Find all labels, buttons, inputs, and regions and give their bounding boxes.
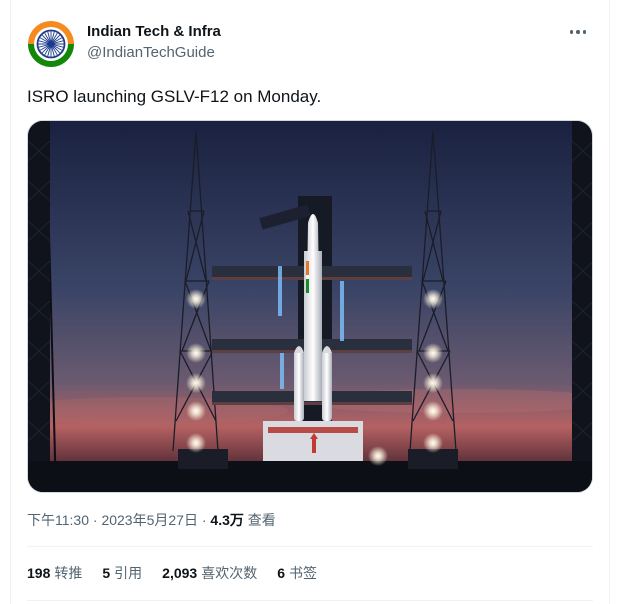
tweet-card: Indian Tech & Infra @IndianTechGuide ISR… [10,0,610,604]
meta-separator: · [201,512,207,528]
floodlight [186,433,206,453]
floodlight [423,343,443,363]
user-handle[interactable]: @IndianTechGuide [87,44,215,61]
floodlight [186,373,206,393]
retweets-stat[interactable]: 198 转推 [27,563,82,583]
floodlight [423,401,443,421]
floodlight [423,289,443,309]
tweet-date[interactable]: 2023年5月27日 [101,512,198,528]
rocket-launch-photo [28,121,592,492]
avatar[interactable] [27,20,75,68]
floodlight [423,433,443,453]
bookmarks-stat[interactable]: 6 书签 [277,563,317,583]
bookmarks-label: 书签 [289,565,317,581]
floodlight [186,401,206,421]
views-label: 查看 [247,512,276,528]
floodlight [186,343,206,363]
more-dot-icon [576,30,580,34]
tweet-text: ISRO launching GSLV-F12 on Monday. [27,87,322,106]
likes-count: 2,093 [162,565,198,581]
floodlight [186,289,206,309]
quotes-count: 5 [102,565,111,581]
engagement-stats: 198 转推 5 引用 2,093 喜欢次数 6 书签 [27,563,317,583]
more-dot-icon [569,30,574,34]
floodlight [368,446,388,466]
divider [27,600,593,601]
divider [27,546,593,547]
tweet-media-image[interactable] [27,120,593,493]
views-count: 4.3万 [210,512,244,528]
ashoka-chakra-icon [27,20,75,68]
quotes-stat[interactable]: 5 引用 [102,563,142,583]
floodlight [423,373,443,393]
bookmarks-count: 6 [277,565,285,581]
meta-separator: · [92,512,98,528]
retweets-label: 转推 [54,565,83,581]
likes-stat[interactable]: 2,093 喜欢次数 [162,563,257,583]
display-name[interactable]: Indian Tech & Infra [87,23,221,40]
tweet-time[interactable]: 下午11:30 [27,512,89,528]
tweet-meta: 下午11:30 · 2023年5月27日 · 4.3万 查看 [27,510,276,530]
more-options-button[interactable] [565,22,591,42]
likes-label: 喜欢次数 [201,565,258,581]
quotes-label: 引用 [114,565,143,581]
more-dot-icon [582,30,587,34]
retweets-count: 198 [27,565,51,581]
